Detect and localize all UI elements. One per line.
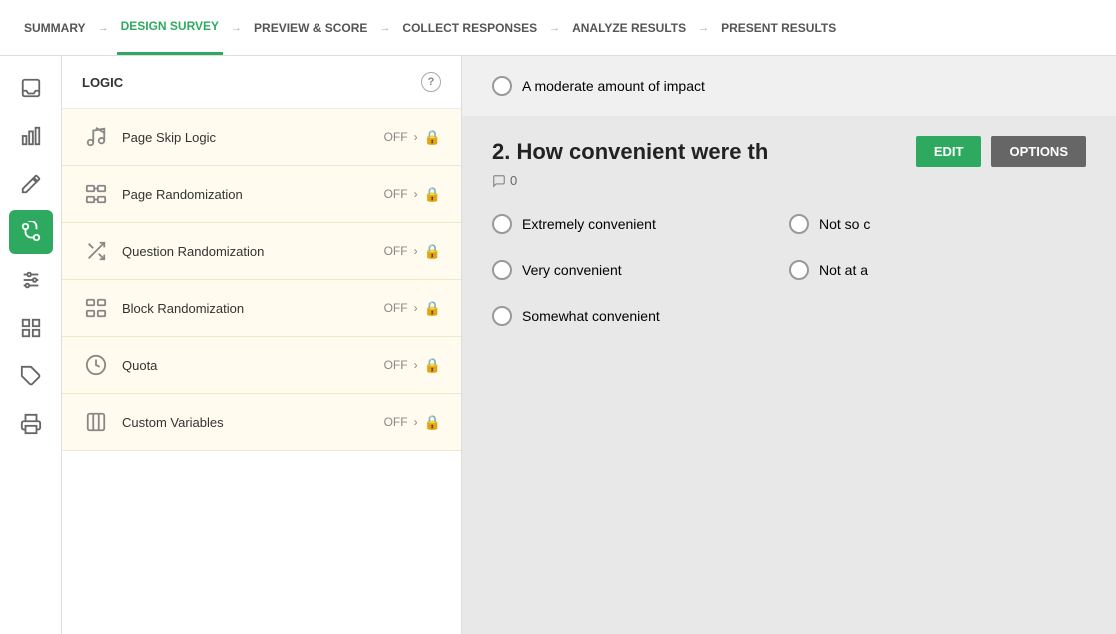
- lock-icon: 🔒: [424, 300, 441, 317]
- answer-label: Very convenient: [522, 262, 622, 278]
- logic-item-label: Page Randomization: [122, 187, 384, 202]
- nav-arrow-3: →: [379, 22, 390, 34]
- chevron-icon: ›: [414, 301, 418, 315]
- answer-option-4: Not so c: [789, 214, 1086, 234]
- nav-analyze-results[interactable]: ANALYZE RESULTS: [568, 21, 690, 35]
- logic-item-label: Custom Variables: [122, 415, 384, 430]
- radio-button[interactable]: [492, 306, 512, 326]
- answer-option-5: Not at a: [789, 260, 1086, 280]
- nav-preview-score[interactable]: PREVIEW & SCORE: [250, 21, 371, 35]
- logic-panel: LOGIC ? Page Skip Logic OFF › 🔒: [62, 56, 462, 634]
- lock-icon: 🔒: [424, 414, 441, 431]
- chevron-icon: ›: [414, 130, 418, 144]
- nav-design-survey[interactable]: DESIGN SURVEY: [117, 0, 223, 55]
- logic-item-label: Block Randomization: [122, 301, 384, 316]
- icon-sidebar: [0, 56, 62, 634]
- sliders-icon-btn[interactable]: [9, 258, 53, 302]
- chevron-icon: ›: [414, 187, 418, 201]
- answer-option-3: Somewhat convenient: [492, 306, 789, 326]
- logic-help-button[interactable]: ?: [421, 72, 441, 92]
- edit-button[interactable]: EDIT: [916, 136, 982, 167]
- logic-icon-btn[interactable]: [9, 210, 53, 254]
- lock-icon: 🔒: [424, 129, 441, 146]
- nav-arrow-5: →: [698, 22, 709, 34]
- logic-items-list: Page Skip Logic OFF › 🔒 Page Randomizati…: [62, 109, 461, 634]
- top-navigation: SUMMARY → DESIGN SURVEY → PREVIEW & SCOR…: [0, 0, 1116, 56]
- chevron-icon: ›: [414, 244, 418, 258]
- answers-right-col: Not so c Not at a: [789, 214, 1086, 338]
- question-title: 2. How convenient were th: [492, 139, 906, 165]
- logic-item-label: Quota: [122, 358, 384, 373]
- nav-arrow-2: →: [231, 22, 242, 34]
- print-icon-btn[interactable]: [9, 402, 53, 446]
- nav-summary[interactable]: SUMMARY: [20, 21, 90, 35]
- nav-present-results[interactable]: PRESENT RESULTS: [717, 21, 840, 35]
- logic-item-status: OFF › 🔒: [384, 129, 441, 146]
- logic-item-status: OFF › 🔒: [384, 357, 441, 374]
- answer-label: Not at a: [819, 262, 868, 278]
- answers-left-col: Extremely convenient Very convenient Som…: [492, 214, 789, 338]
- top-radio-option: A moderate amount of impact: [492, 76, 1086, 96]
- tag-icon-btn[interactable]: [9, 354, 53, 398]
- answer-option-1: Extremely convenient: [492, 214, 789, 234]
- chart-icon-btn[interactable]: [9, 114, 53, 158]
- chevron-icon: ›: [414, 358, 418, 372]
- answer-label: Not so c: [819, 216, 870, 232]
- page-skip-icon: [82, 123, 110, 151]
- radio-button[interactable]: [492, 260, 512, 280]
- pencil-icon-btn[interactable]: [9, 162, 53, 206]
- main-layout: LOGIC ? Page Skip Logic OFF › 🔒: [0, 56, 1116, 634]
- lock-icon: 🔒: [424, 243, 441, 260]
- answer-label: Extremely convenient: [522, 216, 656, 232]
- chevron-icon: ›: [414, 415, 418, 429]
- quota-icon: [82, 351, 110, 379]
- nav-arrow-4: →: [549, 22, 560, 34]
- logic-item-label: Page Skip Logic: [122, 130, 384, 145]
- logic-item-quota[interactable]: Quota OFF › 🔒: [62, 337, 461, 394]
- logic-item-page-skip[interactable]: Page Skip Logic OFF › 🔒: [62, 109, 461, 166]
- logic-item-status: OFF › 🔒: [384, 414, 441, 431]
- custom-vars-icon: [82, 408, 110, 436]
- radio-button[interactable]: [789, 214, 809, 234]
- logic-header: LOGIC ?: [62, 56, 461, 109]
- lock-icon: 🔒: [424, 186, 441, 203]
- logic-item-custom-vars[interactable]: Custom Variables OFF › 🔒: [62, 394, 461, 451]
- question-block: 2. How convenient were th EDIT OPTIONS 0: [462, 116, 1116, 358]
- inbox-icon-btn[interactable]: [9, 66, 53, 110]
- page-random-icon: [82, 180, 110, 208]
- answers-grid: Extremely convenient Very convenient Som…: [462, 204, 1116, 358]
- radio-button[interactable]: [789, 260, 809, 280]
- content-area: A moderate amount of impact 2. How conve…: [462, 56, 1116, 634]
- logic-item-label: Question Randomization: [122, 244, 384, 259]
- grid-icon-btn[interactable]: [9, 306, 53, 350]
- question-random-icon: [82, 237, 110, 265]
- top-section: A moderate amount of impact: [462, 56, 1116, 116]
- options-button[interactable]: OPTIONS: [991, 136, 1086, 167]
- nav-arrow-1: →: [98, 22, 109, 34]
- logic-item-status: OFF › 🔒: [384, 186, 441, 203]
- block-random-icon: [82, 294, 110, 322]
- radio-button[interactable]: [492, 214, 512, 234]
- comment-icon: [492, 174, 506, 188]
- logic-item-question-random[interactable]: Question Randomization OFF › 🔒: [62, 223, 461, 280]
- logic-item-status: OFF › 🔒: [384, 300, 441, 317]
- nav-collect-responses[interactable]: COLLECT RESPONSES: [398, 21, 541, 35]
- logic-item-block-random[interactable]: Block Randomization OFF › 🔒: [62, 280, 461, 337]
- question-comment-count: 0: [462, 167, 1116, 204]
- logic-title: LOGIC: [82, 75, 123, 90]
- logic-item-status: OFF › 🔒: [384, 243, 441, 260]
- radio-label: A moderate amount of impact: [522, 78, 705, 94]
- answer-label: Somewhat convenient: [522, 308, 660, 324]
- question-header: 2. How convenient were th EDIT OPTIONS: [462, 116, 1116, 167]
- radio-button[interactable]: [492, 76, 512, 96]
- logic-item-page-random[interactable]: Page Randomization OFF › 🔒: [62, 166, 461, 223]
- lock-icon: 🔒: [424, 357, 441, 374]
- answer-option-2: Very convenient: [492, 260, 789, 280]
